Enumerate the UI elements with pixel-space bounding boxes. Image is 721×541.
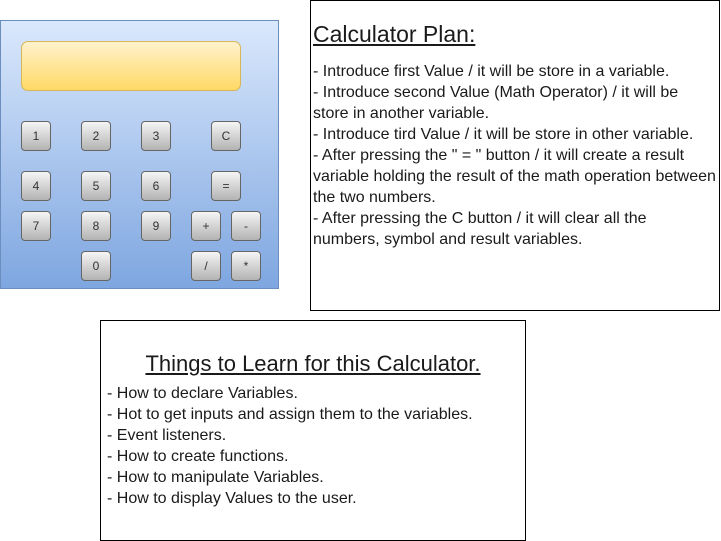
plan-item: - After pressing the " = " button / it w… — [313, 147, 716, 206]
key-9[interactable]: 9 — [141, 211, 171, 241]
calculator-mockup: 1 2 3 C 4 5 6 = 7 8 9 + - 0 / * — [0, 20, 279, 289]
learn-item: - Event listeners. — [107, 427, 227, 444]
key-8[interactable]: 8 — [81, 211, 111, 241]
key-equals[interactable]: = — [211, 171, 241, 201]
key-4[interactable]: 4 — [21, 171, 51, 201]
calculator-display — [21, 41, 241, 91]
key-plus[interactable]: + — [191, 211, 221, 241]
plan-list: - Introduce first Value / it will be sto… — [313, 61, 717, 250]
plan-item: - Introduce tird Value / it will be stor… — [313, 126, 694, 143]
learn-title: Things to Learn for this Calculator. — [145, 351, 481, 376]
learn-item: - Hot to get inputs and assign them to t… — [107, 406, 473, 423]
key-clear[interactable]: C — [211, 121, 241, 151]
calculator-plan-box: Calculator Plan: - Introduce first Value… — [310, 0, 720, 311]
learn-item: - How to create functions. — [107, 448, 289, 465]
plan-title: Calculator Plan: — [313, 21, 476, 47]
plan-item: - Introduce second Value (Math Operator)… — [313, 84, 679, 122]
learn-item: - How to display Values to the user. — [107, 490, 357, 507]
key-1[interactable]: 1 — [21, 121, 51, 151]
things-to-learn-box: Things to Learn for this Calculator. - H… — [100, 320, 526, 541]
key-3[interactable]: 3 — [141, 121, 171, 151]
key-divide[interactable]: / — [191, 251, 221, 281]
key-7[interactable]: 7 — [21, 211, 51, 241]
learn-list: - How to declare Variables. - Hot to get… — [107, 383, 523, 509]
key-5[interactable]: 5 — [81, 171, 111, 201]
learn-item: - How to declare Variables. — [107, 385, 298, 402]
key-6[interactable]: 6 — [141, 171, 171, 201]
plan-item: - Introduce first Value / it will be sto… — [313, 63, 670, 80]
learn-item: - How to manipulate Variables. — [107, 469, 324, 486]
key-multiply[interactable]: * — [231, 251, 261, 281]
key-0[interactable]: 0 — [81, 251, 111, 281]
key-minus[interactable]: - — [231, 211, 261, 241]
key-2[interactable]: 2 — [81, 121, 111, 151]
plan-item: - After pressing the C button / it will … — [313, 210, 647, 248]
